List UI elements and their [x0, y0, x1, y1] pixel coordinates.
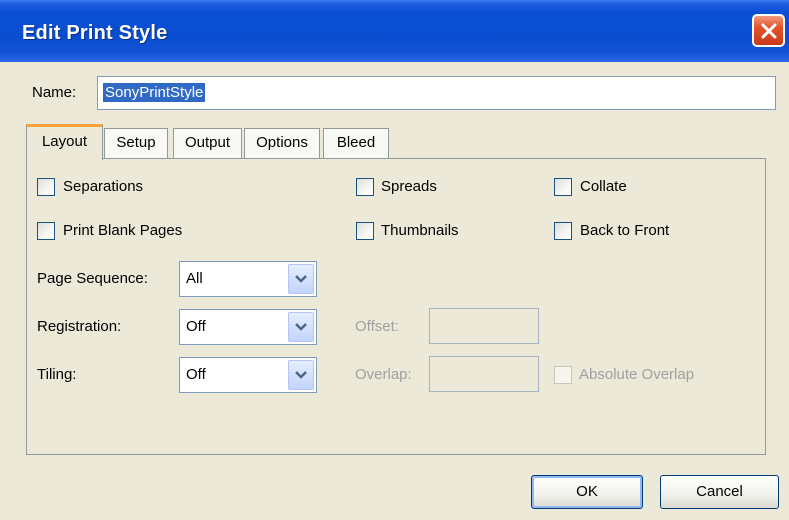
thumbnails-label: Thumbnails	[381, 222, 459, 239]
absolute-overlap-checkbox	[554, 366, 572, 384]
spreads-label: Spreads	[381, 178, 437, 195]
collate-label: Collate	[580, 178, 627, 195]
collate-checkbox[interactable]	[554, 178, 572, 196]
spreads-checkbox[interactable]	[356, 178, 374, 196]
name-value: SonyPrintStyle	[103, 83, 206, 102]
tab-output[interactable]: Output	[173, 128, 242, 158]
absolute-overlap-label: Absolute Overlap	[579, 366, 695, 383]
registration-select[interactable]: Off	[179, 309, 317, 345]
chevron-down-icon	[295, 323, 307, 331]
overlap-label: Overlap:	[355, 366, 412, 383]
name-input[interactable]: SonyPrintStyle	[97, 76, 776, 110]
tiling-label: Tiling:	[37, 366, 77, 383]
offset-label: Offset:	[355, 318, 399, 335]
back-to-front-label: Back to Front	[580, 222, 670, 239]
back-to-front-checkbox[interactable]	[554, 222, 572, 240]
page-sequence-value: All	[186, 270, 203, 287]
page-sequence-select[interactable]: All	[179, 261, 317, 297]
registration-dropdown-button[interactable]	[288, 312, 314, 342]
name-label: Name:	[32, 84, 77, 101]
cancel-button[interactable]: Cancel	[660, 475, 779, 509]
tab-bleed[interactable]: Bleed	[323, 128, 389, 158]
chevron-down-icon	[295, 275, 307, 283]
tab-setup[interactable]: Setup	[104, 128, 168, 158]
tiling-value: Off	[186, 366, 206, 383]
tiling-select[interactable]: Off	[179, 357, 317, 393]
print-blank-pages-label: Print Blank Pages	[63, 222, 183, 239]
close-icon	[761, 23, 776, 38]
overlap-input	[429, 356, 539, 392]
window-title: Edit Print Style	[22, 22, 168, 44]
layout-panel	[26, 158, 766, 455]
separations-checkbox[interactable]	[37, 178, 55, 196]
ok-button[interactable]: OK	[531, 475, 643, 509]
tiling-dropdown-button[interactable]	[288, 360, 314, 390]
page-sequence-label: Page Sequence:	[37, 270, 148, 287]
close-button[interactable]	[752, 14, 785, 47]
tab-options[interactable]: Options	[244, 128, 320, 158]
print-blank-pages-checkbox[interactable]	[37, 222, 55, 240]
title-bar: Edit Print Style	[0, 0, 789, 62]
offset-input	[429, 308, 539, 344]
page-sequence-dropdown-button[interactable]	[288, 264, 314, 294]
chevron-down-icon	[295, 371, 307, 379]
tab-layout[interactable]: Layout	[26, 124, 103, 160]
registration-value: Off	[186, 318, 206, 335]
registration-label: Registration:	[37, 318, 122, 335]
thumbnails-checkbox[interactable]	[356, 222, 374, 240]
separations-label: Separations	[63, 178, 144, 195]
